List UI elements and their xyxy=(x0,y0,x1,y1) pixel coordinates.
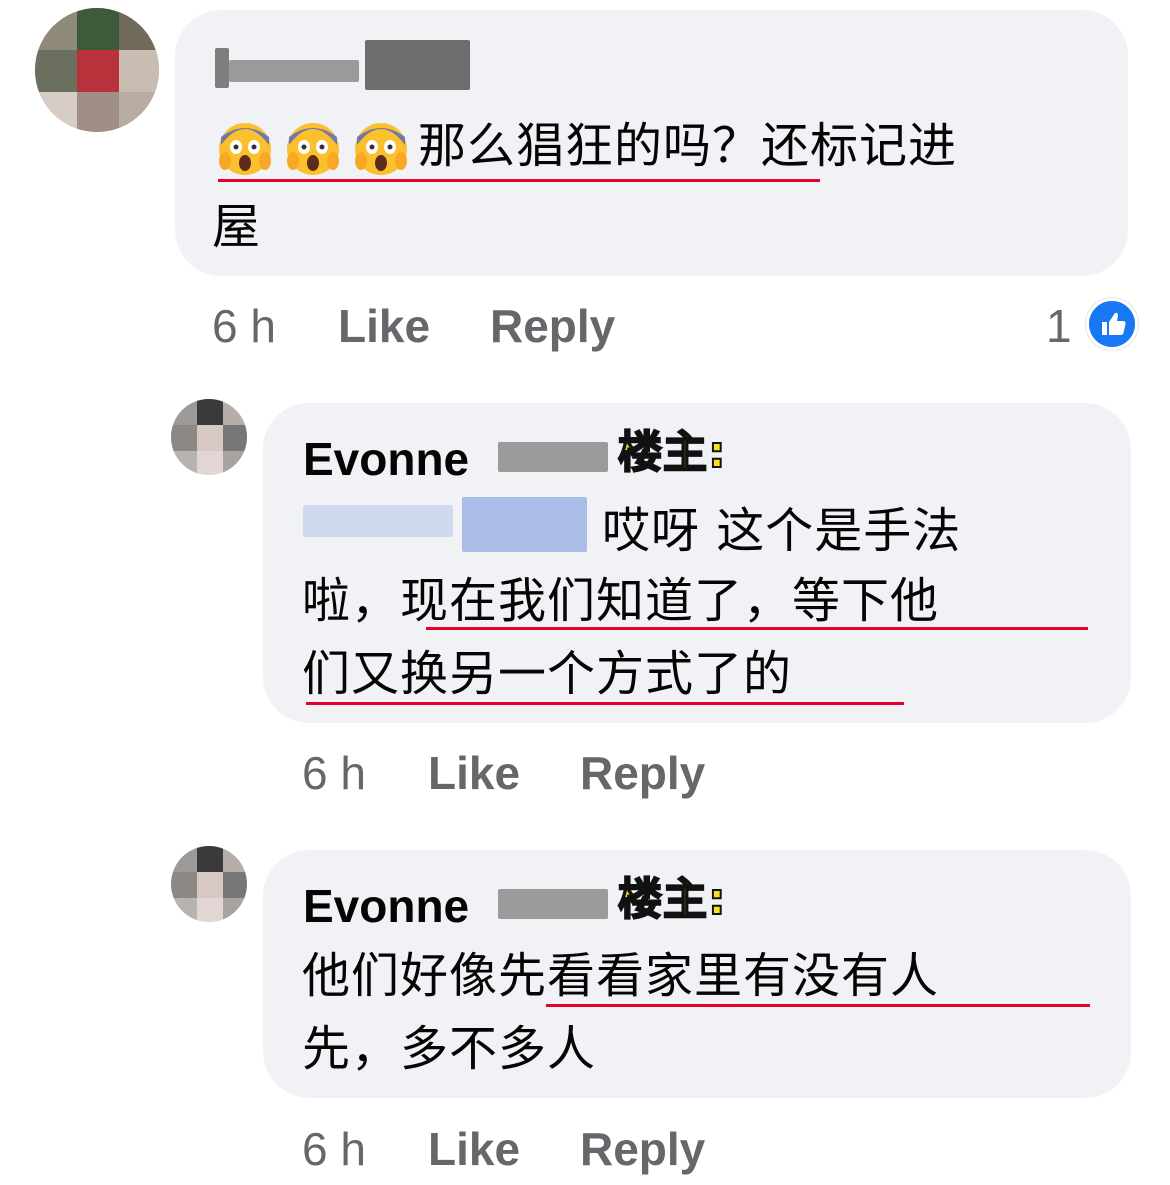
op-badge: 楼主: xyxy=(617,426,727,479)
avatar-pixel xyxy=(223,898,247,922)
avatar-pixel xyxy=(171,898,197,922)
screaming-face-emoji xyxy=(283,117,343,177)
reply-button[interactable]: Reply xyxy=(580,745,705,801)
mention-tag-redacted[interactable] xyxy=(462,497,587,552)
comment-author[interactable]: Evonne xyxy=(303,431,469,487)
highlight-underline xyxy=(306,702,904,705)
avatar-pixel xyxy=(197,425,223,451)
thumbs-up-glyph xyxy=(1102,312,1126,335)
avatar-pixel xyxy=(35,92,77,132)
avatar-pixel xyxy=(223,451,247,475)
mention-tag-redacted[interactable] xyxy=(303,505,453,537)
reply-button[interactable]: Reply xyxy=(580,1121,705,1177)
author-name-redacted[interactable] xyxy=(365,40,470,90)
avatar-pixel xyxy=(197,451,223,475)
like-button[interactable]: Like xyxy=(428,745,520,801)
like-button[interactable]: Like xyxy=(428,1121,520,1177)
avatar-pixel xyxy=(197,898,223,922)
avatar-pixel xyxy=(119,92,159,132)
avatar-pixel xyxy=(171,846,197,872)
comment-text-line: 那么猖狂的吗？还标记进 xyxy=(418,118,958,174)
avatar-pixel xyxy=(223,846,247,872)
avatar-pixel xyxy=(223,399,247,425)
comment-text-line: 们又换另一个方式了的 xyxy=(302,646,793,702)
avatar-pixel xyxy=(35,8,77,50)
avatar-pixel xyxy=(77,50,119,92)
avatar[interactable] xyxy=(171,846,247,922)
comment-timestamp[interactable]: 6 h xyxy=(302,1121,366,1177)
avatar-pixel xyxy=(223,425,247,451)
avatar-pixel xyxy=(171,451,197,475)
op-badge: 楼主: xyxy=(617,873,727,926)
author-name-redacted[interactable] xyxy=(229,60,359,82)
highlight-underline xyxy=(218,179,820,182)
avatar-pixel xyxy=(197,846,223,872)
avatar-pixel xyxy=(119,8,159,50)
comment-text-line: 哎呀 这个是手法 xyxy=(602,503,962,559)
like-button[interactable]: Like xyxy=(338,298,430,354)
author-name-redacted[interactable] xyxy=(215,48,229,88)
avatar-pixel xyxy=(197,399,223,425)
reply-button[interactable]: Reply xyxy=(490,298,615,354)
avatar-pixel xyxy=(171,399,197,425)
avatar-pixel xyxy=(119,50,159,92)
avatar[interactable] xyxy=(171,399,247,475)
avatar-pixel xyxy=(77,8,119,50)
comment-text-line: 屋 xyxy=(212,199,262,255)
highlight-underline xyxy=(546,1004,1090,1007)
author-surname-redacted[interactable] xyxy=(498,442,608,472)
comment-timestamp[interactable]: 6 h xyxy=(212,298,276,354)
avatar-pixel xyxy=(197,872,223,898)
thumbs-up-icon[interactable] xyxy=(1086,298,1138,350)
reaction-count[interactable]: 1 xyxy=(1046,298,1072,354)
screaming-face-icon xyxy=(355,123,407,175)
screaming-face-icon xyxy=(219,123,271,175)
comment-author[interactable]: Evonne xyxy=(303,878,469,934)
highlight-underline xyxy=(426,627,1088,630)
avatar-pixel xyxy=(35,50,77,92)
avatar[interactable] xyxy=(35,8,159,132)
screaming-face-icon xyxy=(287,123,339,175)
avatar-pixel xyxy=(171,872,197,898)
screaming-face-emoji xyxy=(215,117,275,177)
author-surname-redacted[interactable] xyxy=(498,889,608,919)
comment-text-line: 先，多不多人 xyxy=(302,1021,597,1077)
comment-text-line: 啦，现在我们知道了，等下他 xyxy=(302,573,940,629)
comment-text-line: 他们好像先看看家里有没有人 xyxy=(302,948,940,1004)
screaming-face-emoji xyxy=(351,117,411,177)
avatar-pixel xyxy=(223,872,247,898)
avatar-pixel xyxy=(77,92,119,132)
comment-timestamp[interactable]: 6 h xyxy=(302,745,366,801)
avatar-pixel xyxy=(171,425,197,451)
